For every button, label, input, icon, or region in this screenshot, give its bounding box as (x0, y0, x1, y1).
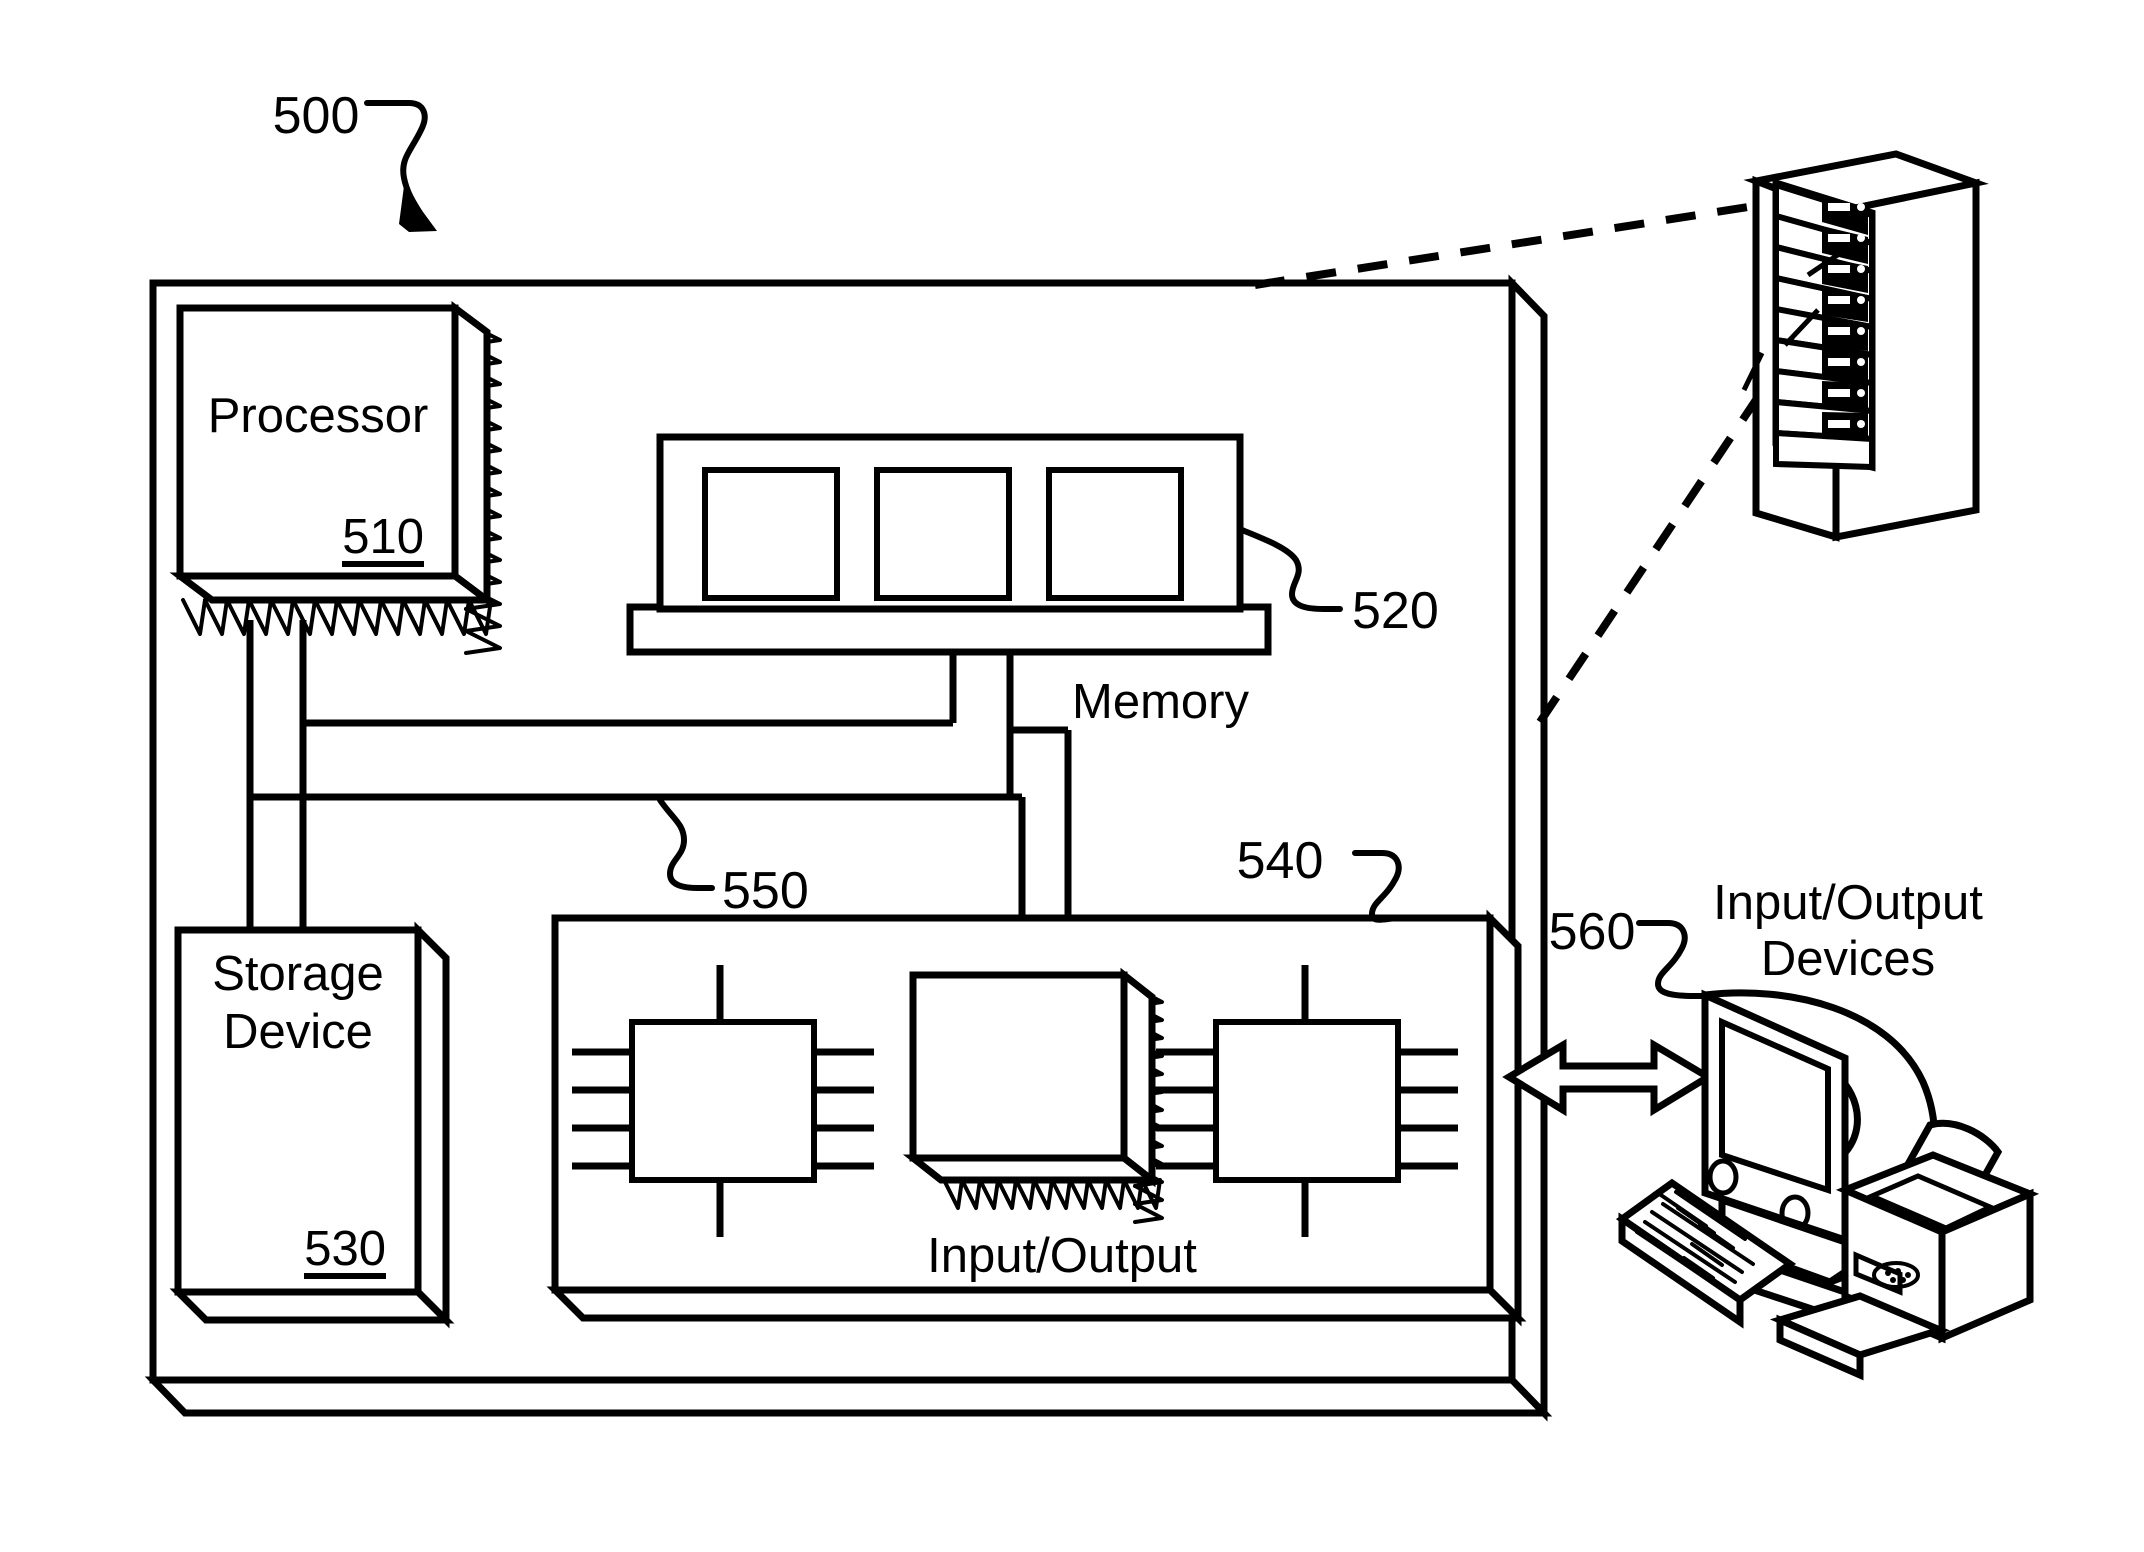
arrowhead (399, 186, 437, 232)
storage-side-face (414, 921, 450, 1329)
storage-bottom-face (169, 1288, 455, 1324)
memory-ref-label: 520 (1352, 582, 1439, 640)
io-ref-label: 540 (1237, 832, 1324, 890)
patent-figure: 500 550 Processor 510 Memory 520 Storage… (0, 0, 2144, 1552)
processor-side-face (451, 301, 491, 607)
memory-chip (1046, 467, 1184, 601)
io-devices-label-group: Input/Output Devices (1713, 876, 1983, 986)
storage-label-line2: Device (223, 1005, 373, 1059)
io-devices-leader-line (1636, 920, 1713, 999)
curved-arrow-icon (364, 100, 428, 216)
memory-label: Memory (1072, 675, 1249, 729)
processor-ref-label: 510 (342, 510, 424, 564)
storage-ref-label: 530 (304, 1222, 386, 1276)
dashed-callout-lower (1536, 382, 1770, 725)
storage-block[interactable]: Storage Device 530 (169, 921, 455, 1329)
enclosure-bottom-face (144, 1376, 1553, 1417)
io-devices-label-line2: Devices (1761, 932, 1935, 986)
system-reference-callout: 500 (273, 87, 437, 232)
storage-label-line1: Storage (212, 947, 384, 1001)
memory-chip (702, 467, 840, 601)
io-center-chip-front-face (909, 971, 1128, 1162)
figure-canvas: 500 550 Processor 510 Memory 520 Storage… (144, 87, 2040, 1422)
io-block[interactable]: Input/Output (546, 909, 1527, 1327)
io-devices-label-line1: Input/Output (1713, 876, 1983, 930)
io-chip-body (629, 1019, 817, 1183)
dashed-callout-upper (1254, 196, 1793, 289)
io-center-chip-side-face (1120, 967, 1156, 1188)
io-devices-ref-label: 560 (1549, 903, 1636, 961)
system-ref-label: 500 (273, 87, 360, 145)
io-chip-body (1213, 1019, 1401, 1183)
memory-socket (626, 603, 1272, 656)
memory-chip (874, 467, 1012, 601)
processor-label: Processor (208, 389, 429, 443)
server-rack-icon (1741, 150, 1989, 542)
processor-block[interactable]: Processor 510 (169, 301, 502, 655)
bus-ref-label: 550 (722, 862, 809, 920)
io-label: Input/Output (927, 1229, 1197, 1283)
io-devices-reference-callout: 560 (1549, 903, 1713, 999)
io-bottom-face (546, 1286, 1527, 1322)
processor-bottom-face (169, 572, 498, 604)
io-side-face (1486, 909, 1522, 1327)
